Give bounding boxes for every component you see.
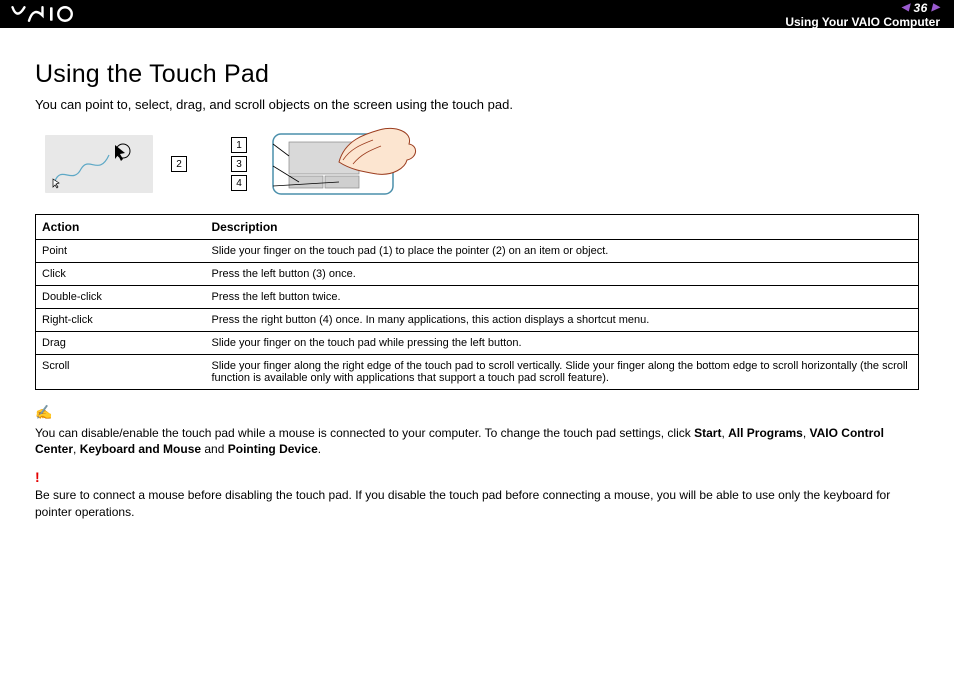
cell-action: Scroll bbox=[36, 355, 206, 390]
touchpad-illustration bbox=[269, 126, 419, 202]
note-prefix: You can disable/enable the touch pad whi… bbox=[35, 426, 694, 440]
b-allprograms: All Programs bbox=[728, 426, 803, 440]
section-title: Using Your VAIO Computer bbox=[785, 15, 940, 29]
vaio-logo bbox=[10, 5, 102, 23]
cell-action: Click bbox=[36, 263, 206, 286]
page-number-value: 36 bbox=[909, 1, 931, 15]
callout-3: 3 bbox=[231, 156, 247, 172]
vaio-logo-svg bbox=[10, 5, 102, 23]
page-number[interactable]: ◀ 36 ▶ bbox=[901, 1, 940, 15]
table-row: Scroll Slide your finger along the right… bbox=[36, 355, 919, 390]
cell-desc: Press the right button (4) once. In many… bbox=[206, 309, 919, 332]
warning-icon: ! bbox=[35, 469, 919, 485]
b-kbmouse: Keyboard and Mouse bbox=[80, 442, 201, 456]
callout-stack: 1 3 4 bbox=[231, 137, 247, 191]
cell-desc: Slide your finger along the right edge o… bbox=[206, 355, 919, 390]
pointer-trail-svg bbox=[45, 135, 153, 193]
header-right: ◀ 36 ▶ Using Your VAIO Computer bbox=[785, 0, 940, 29]
cell-action: Right-click bbox=[36, 309, 206, 332]
pointer-illustration bbox=[45, 135, 153, 193]
cell-desc: Slide your finger on the touch pad (1) t… bbox=[206, 240, 919, 263]
table-row: Double-click Press the left button twice… bbox=[36, 286, 919, 309]
b-pointing: Pointing Device bbox=[228, 442, 318, 456]
table-row: Point Slide your finger on the touch pad… bbox=[36, 240, 919, 263]
cell-action: Double-click bbox=[36, 286, 206, 309]
callout-4: 4 bbox=[231, 175, 247, 191]
table-row: Click Press the left button (3) once. bbox=[36, 263, 919, 286]
table-header-row: Action Description bbox=[36, 215, 919, 240]
warning-text: Be sure to connect a mouse before disabl… bbox=[35, 487, 919, 519]
table-row: Drag Slide your finger on the touch pad … bbox=[36, 332, 919, 355]
header-bar: ◀ 36 ▶ Using Your VAIO Computer bbox=[0, 0, 954, 28]
callout-2: 2 bbox=[171, 156, 187, 172]
table-row: Right-click Press the right button (4) o… bbox=[36, 309, 919, 332]
note-text: You can disable/enable the touch pad whi… bbox=[35, 425, 919, 457]
th-description: Description bbox=[206, 215, 919, 240]
b-start: Start bbox=[694, 426, 721, 440]
cell-action: Drag bbox=[36, 332, 206, 355]
page-title: Using the Touch Pad bbox=[35, 60, 919, 89]
cell-desc: Press the left button (3) once. bbox=[206, 263, 919, 286]
next-page-icon[interactable]: ▶ bbox=[932, 2, 940, 13]
intro-text: You can point to, select, drag, and scro… bbox=[35, 97, 919, 112]
cell-desc: Press the left button twice. bbox=[206, 286, 919, 309]
illustration-row: 2 1 3 4 bbox=[35, 126, 919, 202]
page-content: Using the Touch Pad You can point to, se… bbox=[0, 28, 954, 552]
actions-table: Action Description Point Slide your fing… bbox=[35, 214, 919, 390]
prev-page-icon[interactable]: ◀ bbox=[901, 2, 909, 13]
touchpad-hand-svg bbox=[269, 126, 419, 202]
cell-action: Point bbox=[36, 240, 206, 263]
th-action: Action bbox=[36, 215, 206, 240]
callout-1: 1 bbox=[231, 137, 247, 153]
cell-desc: Slide your finger on the touch pad while… bbox=[206, 332, 919, 355]
note-icon: ✍ bbox=[35, 404, 52, 421]
